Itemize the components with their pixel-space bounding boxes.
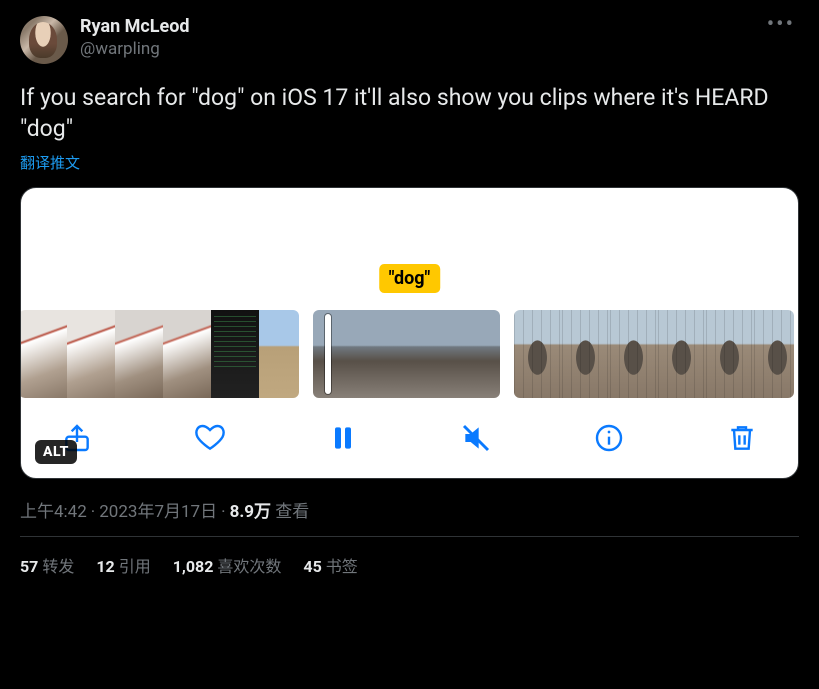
stat-bookmarks[interactable]: 45书签 — [303, 553, 357, 577]
thumbnail — [409, 310, 457, 398]
heart-icon[interactable] — [190, 418, 230, 458]
tweet-stats: 57转发 12引用 1,082喜欢次数 45书签 — [20, 537, 799, 577]
stat-likes[interactable]: 1,082喜欢次数 — [173, 553, 282, 577]
trash-icon[interactable] — [722, 418, 762, 458]
thumbnail — [457, 310, 500, 398]
views-label[interactable]: 查看 — [275, 502, 309, 522]
thumbnail — [211, 310, 259, 398]
thumbnail — [514, 310, 562, 398]
tweet-header: Ryan McLeod @warpling ••• — [20, 16, 799, 64]
views-count: 8.9万 — [230, 502, 271, 522]
tweet-date[interactable]: 2023年7月17日 — [99, 502, 217, 522]
clip-group-2-active[interactable] — [313, 310, 500, 398]
tweet-text: If you search for "dog" on iOS 17 it'll … — [20, 82, 799, 144]
media-toolbar — [21, 398, 798, 464]
thumbnail — [658, 310, 706, 398]
translate-link[interactable]: 翻译推文 — [20, 152, 80, 173]
thumbnail — [562, 310, 610, 398]
tweet-container: Ryan McLeod @warpling ••• If you search … — [0, 0, 819, 577]
thumbnail — [610, 310, 658, 398]
playhead[interactable] — [325, 314, 331, 394]
author-display-name[interactable]: Ryan McLeod — [80, 16, 751, 38]
mute-icon[interactable] — [456, 418, 496, 458]
stat-retweets[interactable]: 57转发 — [20, 553, 74, 577]
avatar[interactable] — [20, 16, 68, 64]
tweet-meta: 上午4:42·2023年7月17日·8.9万 查看 — [20, 497, 799, 522]
more-icon[interactable]: ••• — [763, 16, 799, 34]
thumbnail — [259, 310, 299, 398]
clip-group-1[interactable] — [20, 310, 299, 398]
thumbnail — [20, 310, 67, 398]
author-username[interactable]: @warpling — [80, 38, 751, 60]
thumbnail — [67, 310, 115, 398]
thumbnail — [706, 310, 754, 398]
tweet-time[interactable]: 上午4:42 — [20, 502, 87, 522]
thumbnail — [361, 310, 409, 398]
clip-group-3[interactable] — [514, 310, 794, 398]
thumbnail — [754, 310, 794, 398]
search-tag-label: "dog" — [379, 264, 441, 293]
thumbnail — [313, 310, 361, 398]
thumbnail — [163, 310, 211, 398]
alt-badge[interactable]: ALT — [35, 440, 77, 464]
info-icon[interactable] — [589, 418, 629, 458]
pause-icon[interactable] — [323, 418, 363, 458]
thumbnail — [115, 310, 163, 398]
stat-quotes[interactable]: 12引用 — [96, 553, 150, 577]
author-block: Ryan McLeod @warpling — [80, 16, 751, 60]
media-card[interactable]: "dog" — [20, 187, 799, 479]
